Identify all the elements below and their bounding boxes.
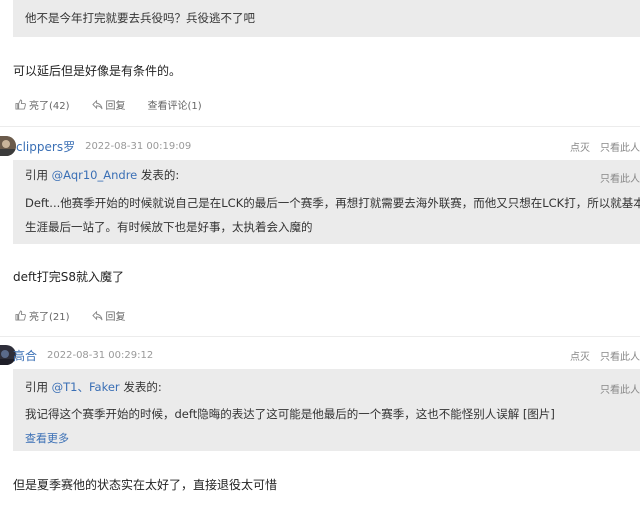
timestamp: 2022-08-31 00:19:09 (85, 140, 192, 152)
quote-block: 引用 @T1、Faker 发表的: 只看此人 我记得这个赛季开始的时候，deft… (13, 369, 640, 451)
like-count: 亮了(42) (29, 101, 70, 112)
quoted-user-link[interactable]: @Aqr10_Andre (52, 168, 138, 182)
divider (0, 336, 640, 337)
comment-actions: 亮了(21) 回复 (15, 308, 148, 323)
quoted-user-link[interactable]: @T1、Faker (52, 380, 120, 394)
reply-button[interactable]: 回复 (91, 308, 126, 323)
quote-only-him-button[interactable]: 只看此人 (600, 170, 640, 185)
like-button[interactable]: 亮了(42) (15, 97, 70, 112)
only-him-button[interactable]: 只看此人 (600, 139, 640, 154)
header-actions: 点灭 只看此人 (560, 139, 640, 154)
reply-icon (91, 99, 103, 110)
reply-label: 回复 (105, 101, 126, 112)
comment-body: 但是夏季赛他的状态实在太好了，直接退役太可惜 (13, 478, 278, 492)
show-more-link[interactable]: 查看更多 (25, 430, 69, 446)
dim-button[interactable]: 点灭 (570, 139, 590, 154)
like-button[interactable]: 亮了(21) (15, 308, 70, 323)
quote-only-him-button[interactable]: 只看此人 (600, 381, 640, 396)
avatar[interactable] (0, 136, 16, 156)
quote-prefix: 引用 (25, 380, 52, 394)
quote-text-line: Deft...他赛季开始的时候就说自己是在LCK的最后一个赛季，再想打就需要去海… (25, 196, 640, 210)
quote-header: 引用 @Aqr10_Andre 发表的: (25, 167, 179, 183)
quote-suffix: 发表的: (137, 168, 180, 182)
thumbs-up-icon (15, 99, 26, 110)
comment-body: deft打完S8就入魔了 (13, 270, 124, 284)
view-thread-label: 查看评论(1) (147, 101, 202, 112)
comment-body: 可以延后但是好像是有条件的。 (13, 64, 182, 78)
header-actions: 点灭 只看此人 (560, 348, 640, 363)
comment-header: 高合 2022-08-31 00:29:12 点灭 只看此人 (0, 345, 640, 365)
thumbs-up-icon (15, 310, 26, 321)
quote-text-line: 生涯最后一站了。有时候放下也是好事，太执着会入魔的 (25, 220, 313, 234)
reply-button[interactable]: 回复 (91, 97, 126, 112)
comment-header: clippers罗 2022-08-31 00:19:09 点灭 只看此人 (0, 136, 640, 156)
quote-prefix: 引用 (25, 168, 52, 182)
like-count: 亮了(21) (29, 312, 70, 323)
timestamp: 2022-08-31 00:29:12 (47, 349, 154, 361)
divider (0, 126, 640, 127)
reply-label: 回复 (105, 312, 126, 323)
username[interactable]: 高合 (13, 347, 37, 364)
quote-block: 他不是今年打完就要去兵役吗？兵役逃不了吧 (13, 0, 640, 37)
quote-text: 他不是今年打完就要去兵役吗？兵役逃不了吧 (25, 11, 255, 25)
view-thread-link[interactable]: 查看评论(1) (148, 97, 202, 112)
quote-header: 引用 @T1、Faker 发表的: (25, 379, 162, 395)
username[interactable]: clippers罗 (16, 138, 75, 155)
only-him-button[interactable]: 只看此人 (600, 348, 640, 363)
quote-text-line: 我记得这个赛季开始的时候，deft隐晦的表达了这可能是他最后的一个赛季，这也不能… (25, 407, 555, 421)
quote-block: 引用 @Aqr10_Andre 发表的: 只看此人 Deft...他赛季开始的时… (13, 160, 640, 244)
dim-button[interactable]: 点灭 (570, 348, 590, 363)
quote-suffix: 发表的: (119, 380, 162, 394)
reply-icon (91, 310, 103, 321)
comment-actions: 亮了(42) 回复 查看评论(1) (15, 97, 224, 112)
